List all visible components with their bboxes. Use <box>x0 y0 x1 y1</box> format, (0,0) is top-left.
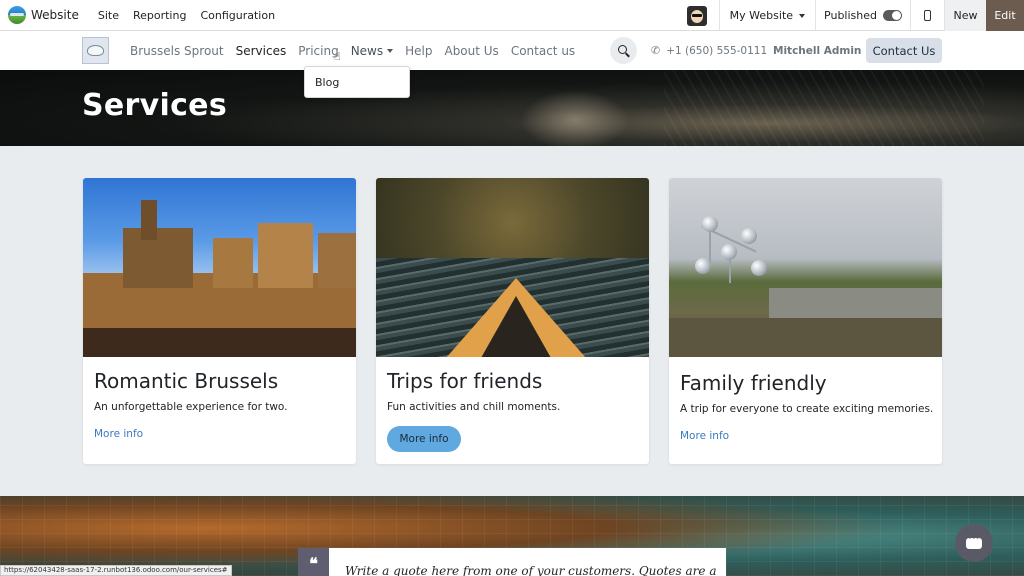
news-dropdown-menu: Blog <box>304 66 410 98</box>
brand-label: Website <box>31 8 79 22</box>
phone-icon: ✆ <box>651 44 661 57</box>
services-section: Romantic Brussels An unforgettable exper… <box>0 146 1024 496</box>
nav-link-help[interactable]: Help <box>405 44 432 58</box>
toggle-switch-icon <box>883 10 902 21</box>
phone-link[interactable]: ✆ +1 (650) 555-0111 <box>651 31 767 70</box>
chat-icon <box>966 533 982 549</box>
chevron-down-icon <box>387 48 394 53</box>
phone-number: +1 (650) 555-0111 <box>666 44 768 57</box>
atomium-image <box>669 178 942 357</box>
menu-configuration[interactable]: Configuration <box>200 9 275 22</box>
website-selector[interactable]: My Website <box>718 0 815 31</box>
nav-link-pricing[interactable]: Pricing <box>298 44 338 58</box>
quote-text: Write a quote here from one of your cust… <box>345 564 717 576</box>
website-globe-icon <box>8 6 26 24</box>
site-navbar: Brussels Sprout Services Pricing News He… <box>0 31 1024 70</box>
card-text: A trip for everyone to create exciting m… <box>680 403 934 415</box>
more-info-button[interactable]: More info <box>387 426 461 452</box>
card-title: Family friendly <box>680 371 827 395</box>
user-name: Mitchell Admin <box>773 44 862 57</box>
published-toggle[interactable]: Published <box>815 0 910 31</box>
menu-reporting[interactable]: Reporting <box>133 9 186 22</box>
nav-link-contact-us[interactable]: Contact us <box>511 44 575 58</box>
more-info-link[interactable]: More info <box>680 430 729 442</box>
published-label: Published <box>824 9 877 22</box>
new-button[interactable]: New <box>944 0 986 31</box>
hero-banner: Services <box>0 70 1024 146</box>
website-app-brand[interactable]: Website <box>8 6 79 24</box>
search-icon <box>618 45 627 54</box>
nav-link-about-us[interactable]: About Us <box>444 44 498 58</box>
pointer-cursor-icon: ☝ <box>334 50 341 63</box>
service-card: Trips for friends Fun activities and chi… <box>376 178 649 464</box>
mobile-icon <box>924 10 931 21</box>
status-bar-url: https://62043428-saas-17-2.runbot136.odo… <box>0 565 232 576</box>
website-selector-label: My Website <box>729 9 794 22</box>
live-chat-button[interactable] <box>955 524 993 562</box>
user-avatar[interactable] <box>686 5 707 26</box>
card-title: Trips for friends <box>387 369 543 393</box>
kayak-river-image <box>376 178 649 357</box>
mobile-preview-button[interactable] <box>910 0 944 31</box>
brussels-grand-place-image <box>83 178 356 357</box>
card-title: Romantic Brussels <box>94 369 279 393</box>
service-card: Family friendly A trip for everyone to c… <box>669 178 942 464</box>
menu-site[interactable]: Site <box>98 9 119 22</box>
nav-link-news[interactable]: News <box>350 43 394 58</box>
admin-bar-right: My Website Published New Edit <box>686 0 1024 31</box>
contact-us-button[interactable]: Contact Us <box>866 38 942 63</box>
admin-bar: Website Site Reporting Configuration My … <box>0 0 1024 31</box>
card-text: An unforgettable experience for two. <box>94 401 288 413</box>
card-text: Fun activities and chill moments. <box>387 401 561 413</box>
page-title: Services <box>82 88 227 123</box>
service-card: Romantic Brussels An unforgettable exper… <box>83 178 356 464</box>
dropdown-item-blog[interactable]: Blog <box>315 76 339 89</box>
chevron-down-icon <box>799 13 806 18</box>
quote-icon: ❝ <box>298 548 329 576</box>
nav-link-brussels-sprout[interactable]: Brussels Sprout <box>130 44 224 58</box>
site-logo[interactable] <box>82 37 109 64</box>
world-map-background: ❝ Write a quote here from one of your cu… <box>0 496 1024 576</box>
nav-link-services[interactable]: Services <box>236 44 287 58</box>
edit-button[interactable]: Edit <box>986 0 1024 31</box>
search-button[interactable] <box>610 37 637 64</box>
more-info-link[interactable]: More info <box>94 428 143 440</box>
quote-block: ❝ Write a quote here from one of your cu… <box>298 548 726 576</box>
nav-link-news-label: News <box>350 43 384 58</box>
nav-links: Brussels Sprout Services Pricing News He… <box>130 31 587 70</box>
user-menu[interactable]: Mitchell Admin <box>773 31 875 70</box>
